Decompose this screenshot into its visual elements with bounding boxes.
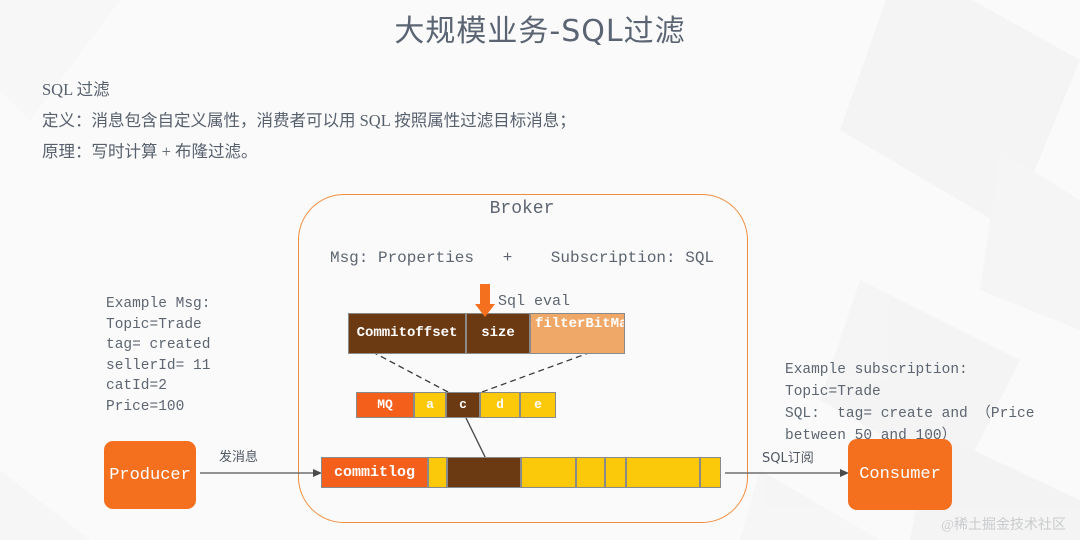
consumequeue-segment: filterBitMap	[530, 313, 625, 354]
intro-line-3: 原理：写时计算 + 布隆过滤。	[42, 142, 258, 161]
broker-title: Broker	[489, 199, 555, 219]
messagequeue-segment: d	[480, 392, 520, 418]
consumequeue-segment: size	[466, 313, 530, 354]
commitlog-segment	[605, 457, 626, 488]
messagequeue-segment: e	[520, 392, 556, 418]
page-title: 大规模业务-SQL过滤	[394, 14, 686, 49]
commitlog-segment	[626, 457, 700, 488]
commitlog-segment	[521, 457, 576, 488]
example-subscription-note: Example subscription: Topic=Trade SQL: t…	[785, 362, 1035, 444]
commitlog-segment	[700, 457, 721, 488]
consumequeue-segment: Commitoffset	[348, 313, 466, 354]
example-message-note: Example Msg: Topic=Trade tag= created se…	[106, 296, 211, 415]
send-message-label: 发消息	[219, 450, 259, 465]
messagequeue-segment: a	[414, 392, 446, 418]
consumequeue-entry-bar: CommitoffsetsizefilterBitMap	[348, 313, 625, 354]
commitlog-segment	[447, 457, 521, 488]
down-arrow-icon	[474, 284, 495, 317]
commitlog-segment: commitlog	[321, 457, 428, 488]
commitlog-segment	[428, 457, 447, 488]
watermark: @稀土掘金技术社区	[941, 518, 1066, 533]
messagequeue-segment: MQ	[356, 392, 414, 418]
commitlog-segment	[576, 457, 605, 488]
broker-formula: Msg: Properties + Subscription: SQL	[329, 249, 715, 267]
sql-eval-label: Sql eval	[497, 292, 570, 310]
commitlog-bar: commitlog	[321, 457, 721, 488]
consumer-node[interactable]: Consumer	[848, 439, 952, 510]
intro-line-1: SQL 过滤	[42, 80, 110, 99]
message-queue-bar: MQ a c d e	[356, 392, 556, 418]
sql-subscribe-label: SQL订阅	[762, 451, 814, 466]
intro-text: SQL 过滤 定义：消息包含自定义属性，消费者可以用 SQL 按照属性过滤目标消…	[42, 74, 576, 167]
sql-eval-row: Sql eval	[298, 284, 746, 318]
messagequeue-segment: c	[446, 392, 480, 418]
producer-node[interactable]: Producer	[104, 441, 196, 509]
intro-line-2: 定义：消息包含自定义属性，消费者可以用 SQL 按照属性过滤目标消息；	[42, 111, 576, 130]
